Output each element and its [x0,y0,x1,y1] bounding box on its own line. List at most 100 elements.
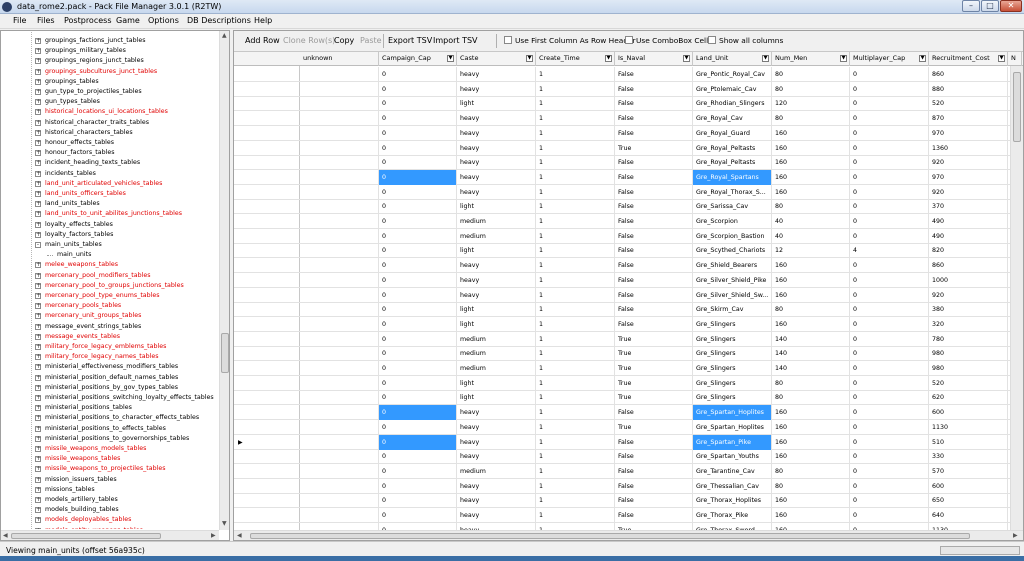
table-cell[interactable]: heavy [457,522,536,530]
table-cell[interactable]: 0 [379,81,457,97]
table-cell[interactable]: 1 [536,96,615,112]
tree-item[interactable]: + land_units_tables [1,199,219,209]
table-cell[interactable]: Gre_Royal_Thorax_S... [693,184,772,200]
table-cell[interactable]: 0 [379,493,457,509]
table-cell[interactable]: Gre_Thorax_Pike [693,508,772,523]
table-cell[interactable]: 0 [379,67,457,82]
expand-icon[interactable]: + [35,384,41,391]
table-cell[interactable] [300,463,379,479]
column-header[interactable]: N [1008,52,1022,66]
scroll-right-icon[interactable]: ▶ [1013,532,1018,539]
table-cell[interactable]: False [615,67,693,82]
table-cell[interactable] [300,287,379,303]
table-cell[interactable]: False [615,111,693,127]
table-cell[interactable]: 0 [850,287,929,303]
table-cell[interactable] [300,390,379,406]
table-cell[interactable]: 0 [379,302,457,318]
table-cell[interactable]: Gre_Pontic_Royal_Cav [693,67,772,82]
expand-icon[interactable]: + [35,129,41,136]
table-cell[interactable]: 0 [850,125,929,141]
menu-files[interactable]: Files [37,16,55,25]
table-cell[interactable]: 160 [772,316,850,332]
table-cell[interactable]: 1 [536,405,615,421]
table-cell[interactable]: 0 [850,522,929,530]
table-cell[interactable]: 0 [379,434,457,450]
table-cell[interactable]: 80 [772,81,850,97]
table-cell[interactable]: 0 [850,155,929,171]
table-cell[interactable]: 980 [929,361,1008,376]
table-cell[interactable]: 0 [379,419,457,435]
table-cell[interactable]: 1 [536,140,615,156]
scroll-up-icon[interactable]: ▲ [222,32,227,39]
table-cell[interactable] [300,522,379,530]
table-cell[interactable]: 920 [929,184,1008,200]
table-row[interactable]: 0light1FalseGre_Slingers1600320gr [234,316,1023,332]
table-cell[interactable]: 0 [850,419,929,435]
table-cell[interactable] [300,96,379,112]
table-cell[interactable]: 1 [536,169,615,185]
expand-icon[interactable]: + [35,476,41,483]
tree-horizontal-scrollbar[interactable]: ◀ ▶ [1,530,219,540]
table-cell[interactable]: 1 [536,508,615,523]
tree-item[interactable]: + groupings_factions_junct_tables [1,36,219,46]
table-cell[interactable]: 1 [536,258,615,274]
table-row[interactable]: 0heavy1FalseGre_Royal_Cav800870gr [234,111,1023,127]
table-cell[interactable]: Gre_Thorax_Sword [693,522,772,530]
column-header[interactable]: Num_Men ▼ [772,52,850,66]
table-cell[interactable]: heavy [457,434,536,450]
table-cell[interactable] [300,346,379,362]
table-cell[interactable]: 1 [536,111,615,127]
table-cell[interactable]: 1 [536,125,615,141]
table-cell[interactable]: light [457,96,536,112]
expand-icon[interactable]: + [35,527,41,529]
table-cell[interactable]: 570 [929,463,1008,479]
table-cell[interactable]: 920 [929,287,1008,303]
tree-item[interactable]: + incidents_tables [1,169,219,179]
table-cell[interactable]: 80 [772,199,850,215]
paste-button[interactable]: Paste [360,36,382,45]
table-row[interactable]: 0heavy1FalseGre_Pontic_Royal_Cav800860gr [234,67,1023,82]
table-cell[interactable]: 160 [772,140,850,156]
table-cell[interactable] [300,125,379,141]
table-cell[interactable]: True [615,346,693,362]
table-cell[interactable] [300,493,379,509]
table-cell[interactable]: 0 [850,361,929,376]
tree-item[interactable]: + loyalty_effects_tables [1,220,219,230]
expand-icon[interactable]: + [35,89,41,95]
scroll-left-icon[interactable]: ◀ [3,532,8,539]
table-row[interactable]: 0 heavy 1 False Gre_Silver_Shield_Pike 160 0 10… [234,272,1023,288]
table-cell[interactable]: False [615,243,693,259]
table-cell[interactable]: 0 [379,272,457,288]
table-cell[interactable]: light [457,243,536,259]
table-cell[interactable]: 1 [536,449,615,465]
table-cell[interactable]: 0 [850,272,929,288]
table-cell[interactable]: 0 [379,96,457,112]
table-cell[interactable]: False [615,463,693,479]
table-cell[interactable]: 1 [536,493,615,509]
table-cell[interactable]: Gre_Scythed_Chariots [693,243,772,259]
table-cell[interactable] [300,508,379,523]
expand-icon[interactable]: + [35,58,41,65]
table-cell[interactable]: 160 [772,125,850,141]
tree-item[interactable]: - main_units_tables [1,240,219,250]
table-row[interactable]: 0heavy1FalseGre_Royal_Spartans1600970gr [234,169,1023,185]
table-cell[interactable]: 860 [929,67,1008,82]
table-row[interactable]: 0medium1TrueGre_Slingers1400780gr [234,331,1023,347]
column-header[interactable]: Multiplayer_Cap ▼ [850,52,929,66]
table-cell[interactable]: 0 [850,302,929,318]
table-cell[interactable]: 0 [379,390,457,406]
table-cell[interactable]: 1 [536,67,615,82]
table-cell[interactable]: 1 [536,390,615,406]
table-cell[interactable]: 80 [772,463,850,479]
table-cell[interactable]: 1 [536,434,615,450]
table-cell[interactable] [300,405,379,421]
scroll-left-icon[interactable]: ◀ [237,532,242,539]
table-cell[interactable]: False [615,434,693,450]
table-cell[interactable]: True [615,390,693,406]
table-cell[interactable]: 490 [929,228,1008,244]
table-cell[interactable]: False [615,449,693,465]
tree-item[interactable]: + land_units_to_unit_abilites_junctions_t… [1,209,219,219]
table-cell[interactable]: 0 [850,449,929,465]
tree-item[interactable]: + ministerial_effectiveness_modifiers_tab… [1,362,219,372]
expand-icon[interactable]: + [35,425,41,432]
